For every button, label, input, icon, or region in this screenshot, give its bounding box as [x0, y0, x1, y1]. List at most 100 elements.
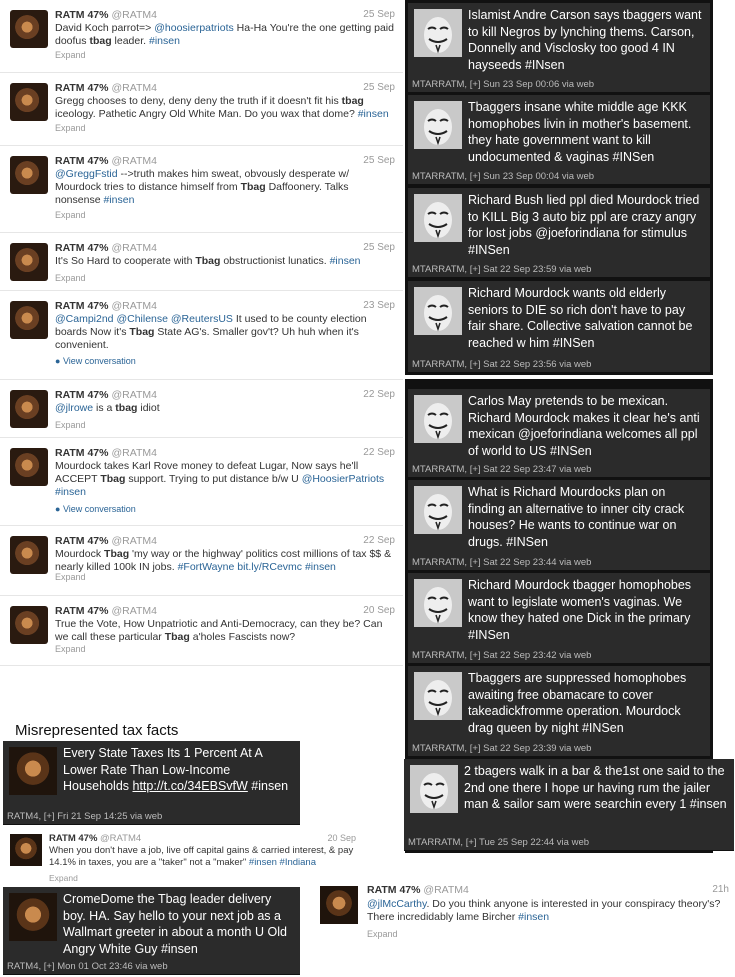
- expand-link[interactable]: Expand: [367, 929, 398, 939]
- dog-avatar[interactable]: [10, 10, 48, 48]
- user-handle[interactable]: @RATM4: [111, 82, 156, 94]
- tweet[interactable]: RATM 47% @RATM4 23 Sep @Campi2nd @Chilense …: [0, 291, 403, 380]
- user-handle[interactable]: @RATM4: [111, 155, 156, 167]
- user-name[interactable]: RATM 47%: [55, 447, 108, 459]
- tweet-link[interactable]: @jlrowe: [55, 402, 93, 414]
- view-conversation-link[interactable]: ● View conversation: [55, 504, 136, 514]
- guy-fawkes-mask-avatar[interactable]: [414, 101, 462, 149]
- user-handle[interactable]: @RATM4: [100, 833, 141, 844]
- tweet-date[interactable]: 21h: [712, 884, 729, 895]
- user-name[interactable]: RATM 47%: [55, 389, 108, 401]
- hashtag[interactable]: #insen: [161, 942, 198, 956]
- dog-avatar[interactable]: [10, 156, 48, 194]
- dog-avatar[interactable]: [10, 83, 48, 121]
- user-name[interactable]: RATM 47%: [55, 155, 108, 167]
- hashtag[interactable]: #insen: [248, 779, 288, 793]
- guy-fawkes-mask-avatar[interactable]: [414, 9, 462, 57]
- tweet-date[interactable]: 25 Sep: [363, 242, 395, 253]
- user-handle[interactable]: @RATM4: [111, 605, 156, 617]
- tweet[interactable]: RATM 47% @RATM4 25 Sep It's So Hard to coop…: [0, 233, 403, 291]
- tweet[interactable]: RATM 47% @RATM4 25 Sep Gregg chooses to den…: [0, 73, 403, 146]
- user-handle[interactable]: @RATM4: [111, 389, 156, 401]
- tweet-date[interactable]: 22 Sep: [363, 535, 395, 546]
- expand-link[interactable]: Expand: [55, 644, 86, 654]
- tweet-link[interactable]: #insen: [55, 486, 86, 498]
- tweet-date[interactable]: 20 Sep: [327, 833, 356, 843]
- user-name[interactable]: RATM 47%: [49, 833, 97, 844]
- dark-tweet[interactable]: Richard Mourdock wants old elderly senio…: [408, 281, 710, 373]
- dark-tweet[interactable]: Islamist Andre Carson says tbaggers want…: [408, 3, 710, 93]
- user-handle[interactable]: @RATM4: [111, 242, 156, 254]
- tweet[interactable]: RATM 47% @RATM4 22 Sep Mourdock Tbag 'my wa…: [0, 526, 403, 596]
- dog-avatar[interactable]: [10, 536, 48, 574]
- guy-fawkes-mask-avatar[interactable]: [414, 287, 462, 335]
- tweet-date[interactable]: 25 Sep: [363, 9, 395, 20]
- user-name[interactable]: RATM 47%: [55, 535, 108, 547]
- dark-tweet[interactable]: What is Richard Mourdocks plan on findin…: [408, 480, 710, 571]
- dark-tweet[interactable]: Richard Mourdock tbagger homophobes want…: [408, 573, 710, 664]
- expand-link[interactable]: Expand: [55, 123, 86, 133]
- tweet-link[interactable]: @ReutersUS: [171, 313, 233, 325]
- view-conversation-label[interactable]: View conversation: [63, 356, 136, 366]
- tweet-date[interactable]: 22 Sep: [363, 389, 395, 400]
- tweet-link[interactable]: #FortWayne bit.ly/RCevmc #insen: [178, 561, 336, 573]
- user-handle[interactable]: @RATM4: [111, 9, 156, 21]
- tweet[interactable]: RATM 47% @RATM4 25 Sep David Koch parrot=> …: [0, 0, 403, 73]
- tweet-date[interactable]: 22 Sep: [363, 447, 395, 458]
- user-name[interactable]: RATM 47%: [55, 300, 108, 312]
- tweet-link[interactable]: #insen: [149, 35, 180, 47]
- dark-tweet[interactable]: Richard Bush lied ppl died Mourdock trie…: [408, 188, 710, 278]
- tweet-link[interactable]: http://t.co/34EBSvfW: [133, 779, 248, 793]
- tweet-date[interactable]: 25 Sep: [363, 155, 395, 166]
- dog-avatar[interactable]: [10, 301, 48, 339]
- tweet-link[interactable]: #insen: [330, 255, 361, 267]
- guy-fawkes-mask-avatar[interactable]: [414, 672, 462, 720]
- tweet[interactable]: RATM 47% @RATM4 25 Sep @GreggFstid -->truth…: [0, 146, 403, 233]
- tweet-link[interactable]: @Chilense: [116, 313, 168, 325]
- expand-link[interactable]: Expand: [55, 572, 86, 582]
- view-conversation-label[interactable]: View conversation: [63, 504, 136, 514]
- tweet-date[interactable]: 20 Sep: [363, 605, 395, 616]
- user-name[interactable]: RATM 47%: [367, 884, 420, 896]
- dark-tweet[interactable]: Tbaggers insane white middle age KKK hom…: [408, 95, 710, 185]
- bottom-right-tweet[interactable]: RATM 47% @RATM4 21h @jlMcCarthy. Do you …: [312, 876, 735, 977]
- dark-tweet[interactable]: 2 tbagers walk in a bar & the1st one sai…: [404, 759, 734, 851]
- user-name[interactable]: RATM 47%: [55, 9, 108, 21]
- dog-avatar[interactable]: [10, 606, 48, 644]
- guy-fawkes-mask-avatar[interactable]: [414, 579, 462, 627]
- tweet-link[interactable]: @HoosierPatriots: [302, 473, 384, 485]
- user-handle[interactable]: @RATM4: [423, 884, 468, 896]
- view-conversation-link[interactable]: ● View conversation: [55, 356, 136, 366]
- small-tweet[interactable]: RATM 47% @RATM4 20 Sep When you don't ha…: [5, 830, 360, 885]
- user-handle[interactable]: @RATM4: [111, 447, 156, 459]
- tweet-link[interactable]: @Campi2nd: [55, 313, 114, 325]
- user-name[interactable]: RATM 47%: [55, 242, 108, 254]
- tweet-link[interactable]: #insen: [518, 911, 549, 923]
- dog-avatar[interactable]: [10, 390, 48, 428]
- tweet[interactable]: RATM 47% @RATM4 22 Sep @jlrowe is a tbag id…: [0, 380, 403, 438]
- tweet-link[interactable]: #insen: [103, 194, 134, 206]
- tweet-date[interactable]: 23 Sep: [363, 300, 395, 311]
- tweet-link[interactable]: @GreggFstid: [55, 168, 118, 180]
- expand-link[interactable]: Expand: [55, 210, 86, 220]
- guy-fawkes-mask-avatar[interactable]: [414, 486, 462, 534]
- dark-tweet[interactable]: Carlos May pretends to be mexican. Richa…: [408, 389, 710, 478]
- guy-fawkes-mask-avatar[interactable]: [414, 395, 462, 443]
- expand-link[interactable]: Expand: [55, 273, 86, 283]
- user-handle[interactable]: @RATM4: [111, 535, 156, 547]
- user-handle[interactable]: @RATM4: [111, 300, 156, 312]
- tweet[interactable]: RATM 47% @RATM4 20 Sep True the Vote, How U…: [0, 596, 403, 666]
- tweet-link[interactable]: #insen: [358, 108, 389, 120]
- dark-tweet[interactable]: Tbaggers are suppressed homophobes await…: [408, 666, 710, 757]
- dog-avatar[interactable]: [10, 243, 48, 281]
- expand-link[interactable]: Expand: [49, 873, 78, 883]
- guy-fawkes-mask-avatar[interactable]: [410, 765, 458, 813]
- tweet-date[interactable]: 25 Sep: [363, 82, 395, 93]
- dog-avatar[interactable]: [10, 448, 48, 486]
- expand-link[interactable]: Expand: [55, 50, 86, 60]
- tweet-link[interactable]: @hoosierpatriots: [154, 22, 234, 34]
- tweet-link[interactable]: #insen #Indiana: [249, 857, 316, 868]
- dark-tweet-tax-facts[interactable]: Every State Taxes Its 1 Percent At A Low…: [3, 741, 300, 825]
- user-name[interactable]: RATM 47%: [55, 82, 108, 94]
- user-name[interactable]: RATM 47%: [55, 605, 108, 617]
